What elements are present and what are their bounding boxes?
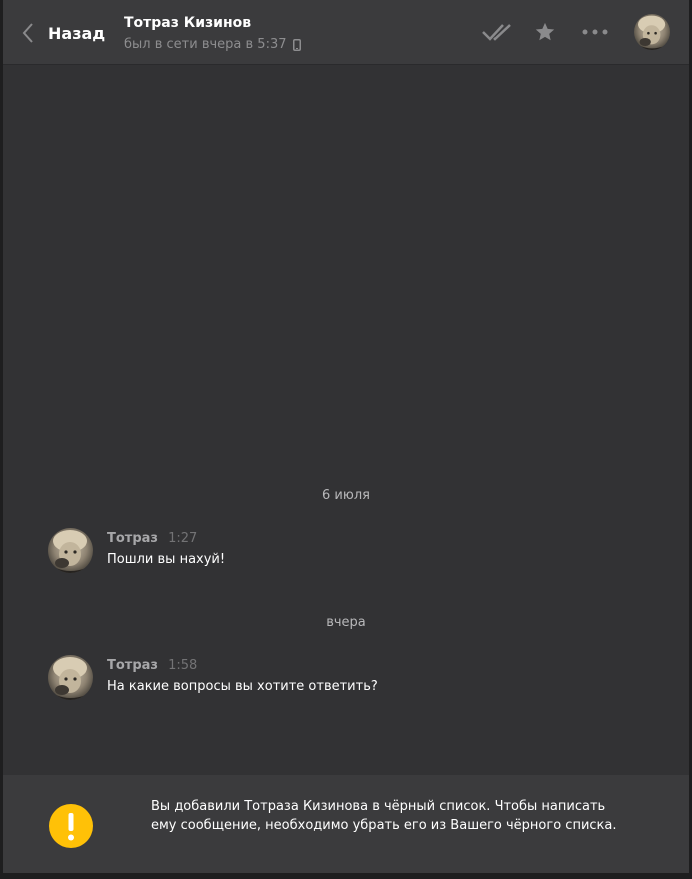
chat-header: Назад Тотраз Кизинов был в сети вчера в …	[3, 0, 689, 65]
message-text: На какие вопросы вы хотите ответить?	[107, 679, 378, 694]
avatar-image	[48, 528, 93, 573]
avatar[interactable]	[48, 655, 93, 700]
peer-status: был в сети вчера в 5:37	[124, 35, 301, 55]
avatar-image	[48, 655, 93, 700]
peer-info[interactable]: Тотраз Кизинов был в сети вчера в 5:37	[124, 13, 301, 55]
message-header: Тотраз 1:58	[107, 657, 197, 675]
message-author[interactable]: Тотраз	[107, 531, 158, 546]
warning-icon	[49, 804, 93, 848]
blacklist-notice: Вы добавили Тотраза Кизинова в чёрный сп…	[3, 775, 689, 873]
peer-avatar[interactable]	[634, 14, 670, 50]
peer-status-text: был в сети вчера в 5:37	[124, 37, 287, 52]
avatar[interactable]	[48, 528, 93, 573]
more-button[interactable]	[581, 18, 609, 46]
message-time[interactable]: 1:27	[168, 531, 197, 546]
date-separator: вчера	[326, 615, 366, 630]
chat-window: Назад Тотраз Кизинов был в сети вчера в …	[3, 0, 689, 879]
avatar-image	[634, 14, 670, 50]
message-header: Тотраз 1:27	[107, 530, 197, 548]
favorite-button[interactable]	[533, 18, 557, 46]
star-icon	[535, 22, 555, 41]
peer-name[interactable]: Тотраз Кизинов	[124, 13, 301, 33]
message-text: Пошли вы нахуй!	[107, 552, 226, 567]
double-check-icon	[482, 24, 511, 41]
date-separator: 6 июля	[322, 488, 370, 503]
mark-read-button[interactable]	[481, 18, 517, 46]
message-time[interactable]: 1:58	[168, 658, 197, 673]
more-dots-icon	[582, 29, 608, 35]
bottom-divider	[3, 873, 689, 879]
back-button[interactable]: Назад	[21, 18, 105, 48]
mobile-phone-icon	[292, 39, 301, 51]
blacklist-notice-text: Вы добавили Тотраза Кизинова в чёрный сп…	[151, 799, 617, 833]
back-label: Назад	[48, 23, 106, 43]
chevron-left-icon	[22, 23, 33, 43]
message-author[interactable]: Тотраз	[107, 658, 158, 673]
